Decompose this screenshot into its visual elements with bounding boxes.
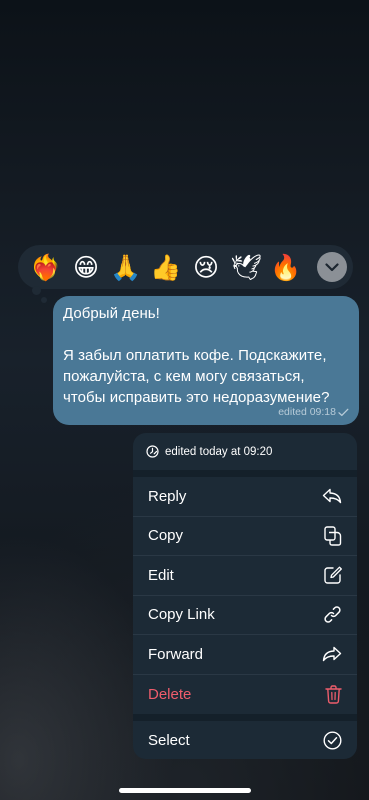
forward-icon	[322, 647, 342, 662]
menu-item-copy-link[interactable]: Copy Link	[133, 596, 357, 635]
reaction-dove[interactable]: 🕊	[226, 247, 266, 287]
chevron-down-icon	[325, 262, 339, 271]
menu-divider	[133, 470, 357, 477]
menu-item-label: Forward	[148, 645, 204, 663]
menu-item-label: Edit	[148, 566, 174, 584]
reaction-crying[interactable]: 😢	[186, 247, 226, 287]
menu-item-reply[interactable]: Reply	[133, 477, 357, 517]
menu-item-forward[interactable]: Forward	[133, 635, 357, 675]
menu-item-delete[interactable]: Delete	[133, 675, 357, 715]
menu-item-label: Delete	[148, 685, 192, 703]
reaction-grin[interactable]: 😁	[66, 247, 106, 287]
menu-item-label: Reply	[148, 487, 187, 505]
reply-icon	[322, 489, 342, 504]
expand-reactions-button[interactable]	[317, 252, 347, 282]
menu-divider	[133, 714, 357, 721]
read-check-icon	[338, 408, 349, 416]
reactions-tail-dot	[32, 286, 41, 295]
reaction-fire[interactable]: 🔥	[266, 247, 306, 287]
menu-item-label: Select	[148, 732, 190, 750]
edit-icon	[324, 566, 342, 584]
edited-info: edited today at 09:20	[133, 433, 357, 470]
message-bubble[interactable]: Добрый день! Я забыл оплатить кофе. Подс…	[53, 296, 359, 425]
check-circle-icon	[323, 731, 342, 750]
menu-item-label: Copy	[148, 527, 184, 545]
reaction-folded-hands[interactable]: 🙏	[106, 247, 146, 287]
reactions-tail-dot-small	[41, 297, 47, 303]
menu-item-copy[interactable]: Copy	[133, 517, 357, 556]
message-meta: edited 09:18	[278, 406, 349, 418]
home-indicator[interactable]	[119, 788, 251, 793]
edited-info-text: edited today at 09:20	[165, 445, 273, 458]
message-edited-time: edited 09:18	[278, 406, 336, 418]
menu-item-select[interactable]: Select	[133, 721, 357, 759]
trash-icon	[325, 685, 342, 704]
reactions-bar: ❤️‍🔥 😁 🙏 👍 😢 🕊 🔥	[18, 245, 353, 289]
reaction-thumbs-up[interactable]: 👍	[146, 247, 186, 287]
copy-icon	[324, 526, 342, 546]
message-text: Добрый день! Я забыл оплатить кофе. Подс…	[63, 305, 330, 406]
menu-item-edit[interactable]: Edit	[133, 556, 357, 596]
menu-item-label: Copy Link	[148, 606, 215, 624]
edited-clock-icon	[146, 445, 159, 458]
context-menu: edited today at 09:20 Reply Copy Edit Co…	[133, 433, 357, 759]
reaction-heart-on-fire[interactable]: ❤️‍🔥	[26, 247, 66, 287]
link-icon	[324, 606, 341, 623]
